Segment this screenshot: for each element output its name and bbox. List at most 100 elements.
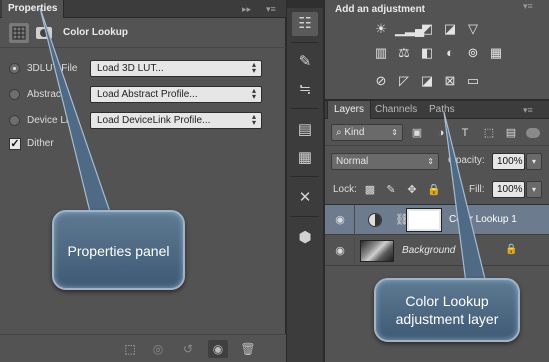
pixel-filter-icon[interactable]: ▣ (410, 126, 424, 140)
lock-image-icon[interactable]: ✎ (384, 183, 398, 197)
3d-cube-icon[interactable]: ⬢ (292, 226, 318, 250)
fill-slider-button[interactable]: ▾ (526, 181, 542, 198)
levels-icon[interactable]: ▁▂▄ (395, 21, 424, 37)
lut-dropdown-value: Load 3D LUT... (97, 63, 164, 74)
panel-menu-icon[interactable]: ▾≡ (266, 0, 276, 18)
eye-icon[interactable]: ◉ (333, 213, 347, 227)
chevron-updown-icon: ⇕ (391, 128, 398, 137)
abstract-dropdown[interactable]: Load Abstract Profile... ▴ ▾ (90, 86, 262, 103)
row-label-3dlut: 3DLUT File (27, 63, 78, 74)
lut-dropdown[interactable]: Load 3D LUT... ▴ ▾ (90, 60, 262, 77)
row-label-abstract: Abstract (27, 89, 64, 100)
dither-checkbox[interactable]: ✓ (9, 138, 21, 150)
properties-tab[interactable]: Properties (2, 0, 65, 18)
color-lookup-icon[interactable]: ▦ (487, 45, 505, 61)
chevron-updown-icon: ▴ ▾ (251, 60, 256, 75)
layer-name[interactable]: Color Lookup 1 (449, 214, 517, 225)
mask-icon[interactable] (36, 27, 52, 39)
curves-icon[interactable]: ◩ (418, 21, 436, 37)
gradient-map-icon[interactable]: ▭ (464, 73, 482, 89)
filter-toggle[interactable] (526, 128, 540, 138)
type-filter-icon[interactable]: T (458, 126, 472, 140)
radio-devicelink[interactable] (9, 115, 20, 126)
divider (291, 176, 319, 177)
divider (354, 236, 355, 266)
lock-position-icon[interactable]: ✥ (405, 183, 419, 197)
layer-mask-thumbnail[interactable] (406, 208, 442, 232)
opacity-slider-button[interactable]: ▾ (526, 153, 542, 170)
devicelink-dropdown-value: Load DeviceLink Profile... (97, 115, 211, 126)
tab-paths[interactable]: Paths (423, 101, 461, 119)
layer-row-color-lookup[interactable]: ◉ ⛓ Color Lookup 1 (325, 205, 549, 235)
photo-filter-icon[interactable]: ◐ (441, 45, 459, 61)
abstract-row: Abstract Load Abstract Profile... ▴ ▾ (0, 85, 286, 107)
chevron-updown-icon: ⇕ (427, 157, 434, 166)
divider (291, 216, 319, 217)
selective-color-icon[interactable]: ⊠ (441, 73, 459, 89)
threshold-icon[interactable]: ◪ (418, 73, 436, 89)
view-previous-state-icon[interactable]: ◎ (148, 340, 168, 358)
tab-channels[interactable]: Channels (369, 101, 423, 119)
fill-label: Fill: (469, 184, 485, 195)
brush-presets-icon[interactable]: ≒ (292, 78, 318, 102)
brush-icon[interactable]: ✎ (292, 50, 318, 74)
radio-abstract[interactable] (9, 89, 20, 100)
visibility-icon[interactable]: ◉ (208, 340, 228, 358)
brightness-contrast-icon[interactable]: ☀ (372, 21, 390, 37)
posterize-icon[interactable]: ◸ (395, 73, 413, 89)
clip-to-layer-icon[interactable]: ⬚ (120, 340, 140, 358)
vibrance-icon[interactable]: ▥ (372, 45, 390, 61)
adjustment-callout-text: Color Lookup adjustment layer (395, 293, 499, 327)
search-icon: ⌕ (336, 127, 342, 138)
eye-icon[interactable]: ◉ (333, 244, 347, 258)
layer-row-background[interactable]: ◉ Background 🔒 (325, 236, 549, 266)
tab-paths-label: Paths (429, 104, 455, 115)
panel-menu-icon[interactable]: ▾≡ (523, 101, 533, 119)
blend-mode-value: Normal (336, 156, 369, 167)
layer-name[interactable]: Background (402, 245, 455, 256)
adjustment-filter-icon[interactable]: ◑ (434, 126, 448, 140)
divider (291, 42, 319, 43)
fill-value: 100% (497, 184, 523, 195)
adjustments-panel: ▾≡ Add an adjustment ☀ ▁▂▄ ◩ ◪ ▽ ▥ ⚖ ◧ ◐… (325, 0, 549, 100)
divider (325, 145, 549, 146)
panel-menu-icon[interactable]: ▾≡ (523, 0, 533, 12)
chevron-updown-icon: ▴ ▾ (251, 112, 256, 127)
invert-icon[interactable]: ⊘ (372, 73, 390, 89)
channel-mixer-icon[interactable]: ⊚ (464, 45, 482, 61)
properties-callout-text: Properties panel (67, 243, 170, 259)
blend-mode-select[interactable]: Normal ⇕ (331, 153, 439, 170)
trash-icon[interactable]: 🗑 (238, 340, 258, 358)
exposure-icon[interactable]: ◪ (441, 21, 459, 37)
tools-icon[interactable]: ✕ (292, 186, 318, 210)
smart-object-filter-icon[interactable]: ▤ (504, 126, 518, 140)
dither-label: Dither (27, 138, 54, 149)
properties-tab-bar: Properties ▸▸ ▾≡ (0, 0, 286, 18)
lock-transparent-icon[interactable]: ▩ (363, 183, 377, 197)
black-white-icon[interactable]: ◧ (418, 45, 436, 61)
shape-filter-icon[interactable]: ⬚ (482, 126, 496, 140)
devicelink-dropdown[interactable]: Load DeviceLink Profile... ▴ ▾ (90, 112, 262, 129)
radio-3dlut[interactable] (9, 63, 20, 74)
opacity-input[interactable]: 100% (492, 153, 525, 170)
gradient-triangle-icon[interactable]: ▽ (464, 21, 482, 37)
character-styles-icon[interactable]: ▦ (292, 146, 318, 170)
background-thumbnail[interactable] (360, 240, 394, 262)
abstract-dropdown-value: Load Abstract Profile... (97, 89, 198, 100)
color-balance-icon[interactable]: ⚖ (395, 45, 413, 61)
adjustment-grid-icon[interactable] (9, 23, 29, 43)
collapse-icon[interactable]: ▸▸ (242, 0, 251, 18)
fill-input[interactable]: 100% (492, 181, 525, 198)
tab-layers[interactable]: Layers (327, 101, 372, 119)
row-label-devicelink: Device Link (27, 115, 79, 126)
devicelink-row: Device Link Load DeviceLink Profile... ▴… (0, 111, 286, 133)
opacity-label: Opacity: (448, 155, 485, 166)
paragraph-styles-icon[interactable]: ▤ (292, 118, 318, 142)
lock-all-icon[interactable]: 🔒 (427, 183, 441, 197)
lut-row: 3DLUT File Load 3D LUT... ▴ ▾ (0, 59, 286, 81)
strip-grip (287, 0, 324, 8)
layer-filter-kind[interactable]: ⌕ Kind ⇕ (331, 124, 403, 141)
reset-icon[interactable]: ↺ (178, 340, 198, 358)
properties-panel: Properties ▸▸ ▾≡ Color Lookup 3DLUT File… (0, 0, 286, 362)
adjustments-panel-icon[interactable]: ☷ (292, 12, 318, 36)
